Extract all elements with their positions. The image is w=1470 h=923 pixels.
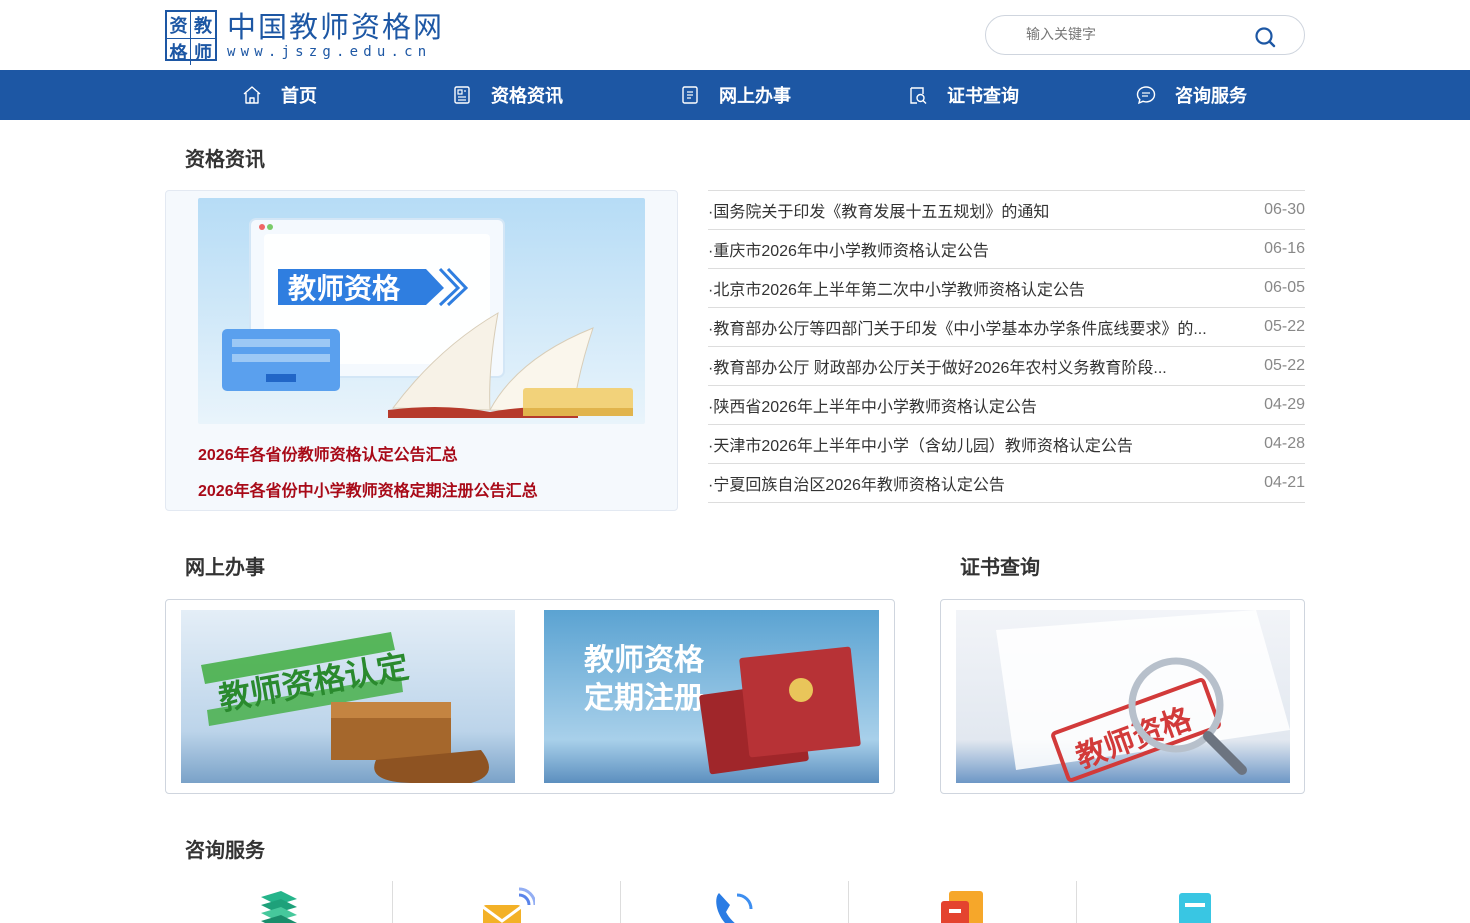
- logo-text: 中国教师资格网 www.jszg.edu.cn: [227, 12, 444, 60]
- newspaper-icon: [454, 86, 470, 104]
- news-list: ·国务院关于印发《教育发展十五五规划》的通知 06-30 ·重庆市2026年中小学…: [708, 190, 1305, 511]
- section-title: 资格资讯: [185, 149, 265, 171]
- consult-list: [165, 881, 1305, 923]
- recognition-card[interactable]: 教师资格认定: [181, 610, 515, 783]
- news-item[interactable]: ·重庆市2026年中小学教师资格认定公告 06-16: [708, 230, 1305, 269]
- home-icon: [243, 86, 261, 104]
- section-title: 证书查询: [960, 557, 1040, 579]
- search-box: [985, 15, 1305, 55]
- news-item-date: 05-22: [1264, 318, 1305, 335]
- folder-icon: [941, 891, 983, 923]
- news-item-title: ·北京市2026年上半年第二次中小学教师资格认定公告: [708, 282, 1085, 299]
- cert-query-card[interactable]: 教师资格: [956, 610, 1290, 783]
- cert-query-box: 教师资格: [940, 599, 1305, 794]
- logo-char: 师: [194, 43, 212, 64]
- feature-link-registration[interactable]: 2026年各省份中小学教师资格定期注册公告汇总: [198, 477, 538, 501]
- news-item-date: 04-21: [1264, 474, 1305, 491]
- mail-icon: [482, 887, 535, 923]
- nav-label: 咨询服务: [1175, 86, 1247, 106]
- news-item-title: ·教育部办公厅 财政部办公厅关于做好2026年农村义务教育阶段...: [708, 360, 1167, 377]
- nav-news[interactable]: 资格资讯: [393, 82, 621, 108]
- section-title: 网上办事: [185, 557, 265, 579]
- news-item[interactable]: ·教育部办公厅等四部门关于印发《中小学基本办学条件底线要求》的... 05-22: [708, 308, 1305, 347]
- cert-query-illustration: 教师资格: [956, 610, 1290, 783]
- nav-online-services[interactable]: 网上办事: [621, 82, 849, 108]
- news-section: 资格资讯 教师资格 2026年各省份教师资格认定公告汇总 2026年各省份中小学…: [165, 150, 1305, 511]
- site-logo[interactable]: 资 教 格 师 中国教师资格网 www.jszg.edu.cn: [165, 10, 444, 65]
- section-title: 咨询服务: [185, 840, 265, 862]
- consult-item[interactable]: [165, 881, 393, 923]
- logo-mark: 资 教 格 师: [165, 10, 217, 65]
- news-item-date: 06-30: [1264, 201, 1305, 218]
- feature-link-recognition[interactable]: 2026年各省份教师资格认定公告汇总: [198, 441, 458, 465]
- consult-item[interactable]: [393, 881, 621, 923]
- consult-item[interactable]: [1077, 881, 1305, 923]
- banner-text: 教师资格: [288, 272, 401, 305]
- consult-section: 咨询服务: [165, 841, 1305, 923]
- search-icon[interactable]: [1254, 26, 1276, 48]
- consult-item[interactable]: [621, 881, 849, 923]
- consult-item[interactable]: [849, 881, 1077, 923]
- news-item[interactable]: ·宁夏回族自治区2026年教师资格认定公告 04-21: [708, 464, 1305, 503]
- news-item-title: ·天津市2026年上半年中小学（含幼儿园）教师资格认定公告: [708, 438, 1133, 455]
- news-item-date: 04-28: [1264, 435, 1305, 452]
- services-row: 网上办事 教师资格认定 教师资格 定期注册 证书查询 教师资格: [165, 558, 1305, 794]
- stack-icon: [261, 891, 297, 923]
- nav-label: 首页: [281, 86, 317, 106]
- certificate-search-icon: [910, 87, 927, 104]
- nav-label: 证书查询: [947, 86, 1019, 106]
- feature-panel: 教师资格 2026年各省份教师资格认定公告汇总 2026年各省份中小学教师资格定…: [165, 190, 678, 511]
- site-domain: www.jszg.edu.cn: [227, 43, 432, 60]
- card-text-line1: 教师资格: [584, 643, 705, 678]
- nav-label: 网上办事: [719, 86, 791, 106]
- search-input[interactable]: [1026, 26, 1246, 42]
- nav-home[interactable]: 首页: [165, 82, 393, 108]
- phone-icon: [716, 893, 753, 923]
- teacher-banner-illustration: 教师资格: [198, 198, 645, 424]
- feature-banner[interactable]: 教师资格: [198, 198, 645, 424]
- document-icon: [682, 86, 698, 104]
- logo-char: 资: [167, 12, 191, 39]
- news-item-title: ·重庆市2026年中小学教师资格认定公告: [708, 243, 989, 260]
- recognition-illustration: 教师资格认定: [181, 610, 515, 783]
- online-services-box: 教师资格认定 教师资格 定期注册: [165, 599, 895, 794]
- nav-consult[interactable]: 咨询服务: [1077, 82, 1305, 108]
- news-item-title: ·宁夏回族自治区2026年教师资格认定公告: [708, 477, 1005, 494]
- chat-bubble-icon: [1136, 86, 1156, 105]
- news-item-date: 06-16: [1264, 240, 1305, 257]
- registration-illustration: 教师资格 定期注册: [544, 610, 879, 783]
- logo-char: 格: [167, 39, 191, 65]
- online-services-section: 网上办事 教师资格认定 教师资格 定期注册: [165, 558, 895, 794]
- news-item[interactable]: ·天津市2026年上半年中小学（含幼儿园）教师资格认定公告 04-28: [708, 425, 1305, 464]
- logo-char: 教: [191, 12, 215, 39]
- news-item[interactable]: ·陕西省2026年上半年中小学教师资格认定公告 04-29: [708, 386, 1305, 425]
- news-item[interactable]: ·北京市2026年上半年第二次中小学教师资格认定公告 06-05: [708, 269, 1305, 308]
- clipboard-icon: [1179, 893, 1211, 923]
- news-item-title: ·陕西省2026年上半年中小学教师资格认定公告: [708, 399, 1037, 416]
- cert-query-section: 证书查询 教师资格: [940, 558, 1305, 794]
- registration-card[interactable]: 教师资格 定期注册: [544, 610, 879, 783]
- news-item[interactable]: ·国务院关于印发《教育发展十五五规划》的通知 06-30: [708, 191, 1305, 230]
- nav-cert-query[interactable]: 证书查询: [849, 82, 1077, 108]
- main-nav: 首页 资格资讯 网上办事 证书查询 咨询服务: [0, 70, 1470, 120]
- site-title: 中国教师资格网: [227, 9, 445, 44]
- news-item-date: 05-22: [1264, 357, 1305, 374]
- news-item-title: ·教育部办公厅等四部门关于印发《中小学基本办学条件底线要求》的...: [708, 321, 1207, 338]
- news-item-date: 04-29: [1264, 396, 1305, 413]
- site-header: 资 教 格 师 中国教师资格网 www.jszg.edu.cn: [165, 0, 1305, 70]
- news-item-date: 06-05: [1264, 279, 1305, 296]
- card-text-line2: 定期注册: [584, 681, 704, 716]
- news-item-title: ·国务院关于印发《教育发展十五五规划》的通知: [708, 204, 1050, 221]
- nav-label: 资格资讯: [491, 86, 563, 106]
- news-item[interactable]: ·教育部办公厅 财政部办公厅关于做好2026年农村义务教育阶段... 05-22: [708, 347, 1305, 386]
